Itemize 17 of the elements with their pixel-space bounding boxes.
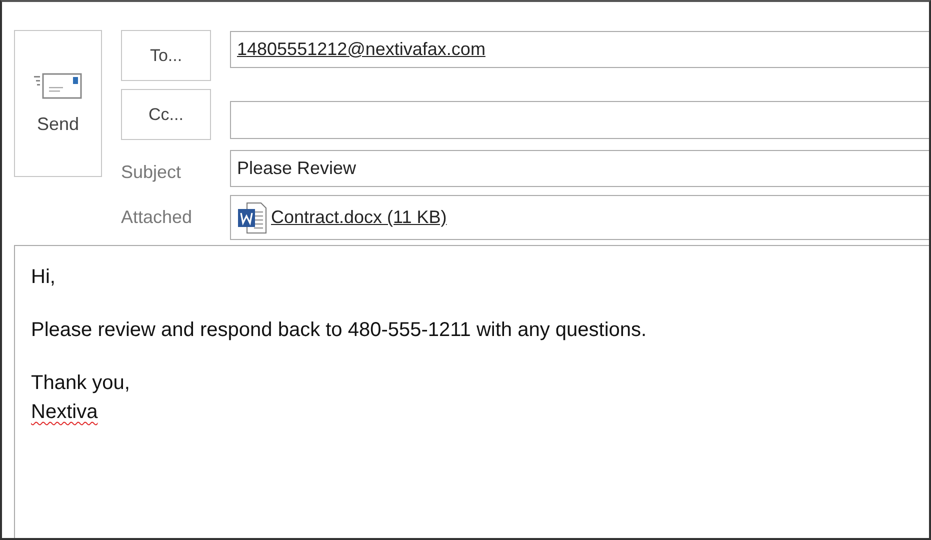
envelope-icon (34, 72, 82, 100)
subject-label: Subject (121, 161, 182, 184)
message-body[interactable]: Hi, Please review and respond back to 480-555-1211 with any questions. Thank you, Nextiva (14, 245, 929, 538)
to-field[interactable]: 14805551212@nextivafax.com (230, 31, 929, 68)
body-text: Thank you, (31, 372, 130, 395)
recipient-address[interactable]: 14805551212@nextivafax.com (237, 39, 486, 60)
to-button[interactable]: To... (121, 30, 211, 81)
cc-field[interactable] (230, 100, 929, 138)
document-icon (237, 202, 267, 234)
body-text: Please review and respond back to 480-555-1211 with any questions. (31, 319, 647, 342)
cc-button[interactable]: Cc... (121, 89, 211, 140)
body-text: Nextiva (31, 401, 98, 424)
attached-label: Attached (121, 206, 194, 229)
attachment-link[interactable]: Contract.docx (11 KB) (271, 207, 447, 228)
send-button[interactable]: Send (14, 30, 102, 177)
subject-field[interactable]: Please Review (230, 150, 929, 187)
body-text: Hi, (31, 266, 56, 289)
